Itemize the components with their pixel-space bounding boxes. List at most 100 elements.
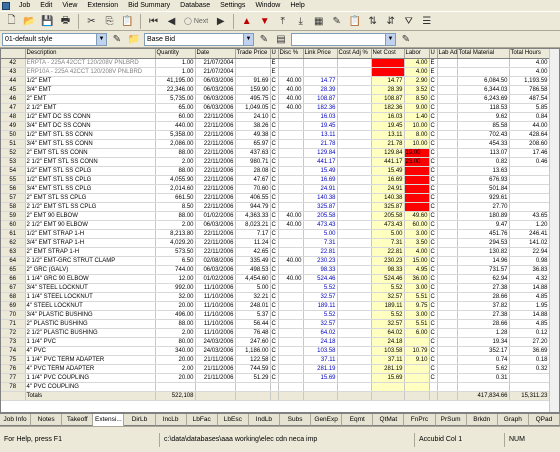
table-cell[interactable]: 1,049.05 <box>235 103 271 113</box>
table-cell[interactable]: 3.52 <box>404 85 430 95</box>
table-cell[interactable]: 12.00 <box>155 274 196 284</box>
table-cell[interactable]: 4,363.33 <box>235 211 271 221</box>
table-cell[interactable] <box>278 112 304 122</box>
table-cell[interactable]: 20.00 <box>155 373 196 383</box>
table-cell[interactable] <box>437 130 458 140</box>
table-cell[interactable]: C <box>270 355 279 365</box>
table-cell[interactable]: 13.63 <box>457 166 510 176</box>
column-header[interactable]: Cost Adj % <box>337 49 372 59</box>
table-cell[interactable]: 24/03/2006 <box>195 346 236 356</box>
table-cell[interactable]: 744.59 <box>235 364 271 374</box>
table-cell[interactable]: 2.00 <box>155 157 196 167</box>
table-row[interactable]: 58 2 1/2" EMT STL SS CPLG 8.50 22/11/2006 94… <box>1 202 559 212</box>
table-cell[interactable]: C <box>270 139 279 149</box>
table-cell[interactable] <box>337 301 372 311</box>
table-cell[interactable]: C <box>429 220 438 230</box>
table-cell[interactable]: 1.00 <box>155 58 196 68</box>
table-cell[interactable]: 180.89 <box>457 211 510 221</box>
table-cell[interactable]: 1/2" EMT STL SS CPLG <box>25 166 156 176</box>
column-header[interactable]: Disc % <box>278 49 304 59</box>
table-cell[interactable]: C <box>270 373 279 383</box>
table-row[interactable]: 52 2" EMT STL SS CONN 88.00 22/11/2006 437.6… <box>1 148 559 158</box>
table-cell[interactable] <box>437 166 458 176</box>
table-cell[interactable]: 24.10 <box>235 112 271 122</box>
open-folder-icon[interactable]: 📂 <box>21 13 38 30</box>
table-cell[interactable] <box>337 94 372 104</box>
table-cell[interactable]: 501.84 <box>457 184 510 194</box>
table-cell[interactable]: C <box>429 157 438 167</box>
table-cell[interactable]: 141.02 <box>509 238 550 248</box>
table-cell[interactable]: 5.52 <box>303 310 338 320</box>
table-cell[interactable] <box>278 364 304 374</box>
table-cell[interactable]: 5.85 <box>509 103 550 113</box>
table-cell[interactable]: 40.00 <box>278 211 304 221</box>
table-cell[interactable] <box>303 382 338 392</box>
table-row[interactable]: 63 2" EMT STRAP 1-H 573.50 22/11/2006 42.65 C… <box>1 247 559 257</box>
table-cell[interactable]: C <box>270 94 279 104</box>
table-cell[interactable]: 944.79 <box>235 202 271 212</box>
table-cell[interactable]: 51.29 <box>235 373 271 383</box>
table-cell[interactable]: 24.91 <box>371 184 405 194</box>
table-cell[interactable]: 64.02 <box>303 328 338 338</box>
table-cell[interactable] <box>437 382 458 392</box>
table-cell[interactable]: 6,344.03 <box>457 85 510 95</box>
table-cell[interactable]: C <box>270 211 279 221</box>
table-cell[interactable] <box>278 373 304 383</box>
table-row[interactable]: 51 3/4" EMT STL SS CONN 2,086.00 22/11/2006… <box>1 139 559 149</box>
table-cell[interactable]: C <box>429 184 438 194</box>
table-cell[interactable]: 06/03/2006 <box>195 265 236 275</box>
table-cell[interactable] <box>509 175 550 185</box>
table-cell[interactable]: 661.50 <box>155 193 196 203</box>
table-cell[interactable]: C <box>270 229 279 239</box>
table-cell[interactable] <box>337 202 372 212</box>
table-cell[interactable]: 01/02/2006 <box>195 274 236 284</box>
table-cell[interactable]: 88.00 <box>155 148 196 158</box>
table-cell[interactable]: 0.98 <box>509 256 550 266</box>
table-cell[interactable]: C <box>429 193 438 203</box>
table-cell[interactable]: 22,346.00 <box>155 85 196 95</box>
table-cell[interactable] <box>337 283 372 293</box>
table-cell[interactable]: 1/2" EMT STL SS CONN <box>25 130 156 140</box>
sort-descending-icon[interactable]: ⇵ <box>382 13 399 30</box>
table-cell[interactable] <box>437 148 458 158</box>
table-cell[interactable]: 0.46 <box>509 157 550 167</box>
next-button[interactable]: ◯ Next <box>181 17 211 26</box>
column-header[interactable]: Total Material <box>457 49 510 59</box>
table-cell[interactable]: 325.87 <box>303 202 338 212</box>
table-cell[interactable]: 140.38 <box>303 193 338 203</box>
table-cell[interactable] <box>278 184 304 194</box>
move-up-icon[interactable]: ▲ <box>238 13 255 30</box>
table-cell[interactable]: 7.17 <box>235 229 271 239</box>
table-cell[interactable]: 22/11/2006 <box>195 184 236 194</box>
table-cell[interactable]: 246.41 <box>509 229 550 239</box>
menu-help[interactable]: Help <box>285 0 309 11</box>
menu-job[interactable]: Job <box>14 0 35 11</box>
table-cell[interactable]: E <box>270 67 279 77</box>
table-cell[interactable]: 4,029.20 <box>155 238 196 248</box>
table-cell[interactable] <box>437 364 458 374</box>
table-cell[interactable]: 40.00 <box>278 274 304 284</box>
table-cell[interactable]: 3.00 <box>404 229 430 239</box>
table-cell[interactable] <box>509 193 550 203</box>
table-row[interactable]: 57 2" EMT STL SS CPLG 661.50 22/11/2006 406.… <box>1 193 559 203</box>
table-cell[interactable] <box>337 67 372 77</box>
table-cell[interactable]: 473.43 <box>371 220 405 230</box>
table-cell[interactable] <box>337 211 372 221</box>
table-cell[interactable]: 28.39 <box>371 85 405 95</box>
column-header[interactable]: U <box>270 49 279 59</box>
table-cell[interactable]: C <box>270 301 279 311</box>
table-cell[interactable]: 36.00 <box>404 274 430 284</box>
table-cell[interactable]: 3/4" EMT <box>25 85 156 95</box>
table-row[interactable]: 66 1 1/4" GRC 90 ELBOW 12.00 01/02/2006 4,45… <box>1 274 559 284</box>
table-cell[interactable] <box>303 67 338 77</box>
table-cell[interactable]: 40.00 <box>278 94 304 104</box>
table-row[interactable]: 56 3/4" EMT STL SS CPLG 2,014.60 22/11/2006… <box>1 184 559 194</box>
column-header[interactable]: Total Hours <box>509 49 550 59</box>
table-cell[interactable]: 20.00 <box>155 355 196 365</box>
tab-genexp[interactable]: GenExp <box>311 414 343 426</box>
table-cell[interactable]: 8,023.21 <box>235 220 271 230</box>
table-cell[interactable] <box>404 337 430 347</box>
table-cell[interactable]: 3/4" STEEL LOCKNUT <box>25 283 156 293</box>
table-cell[interactable]: 06/03/2006 <box>195 103 236 113</box>
table-cell[interactable] <box>337 139 372 149</box>
